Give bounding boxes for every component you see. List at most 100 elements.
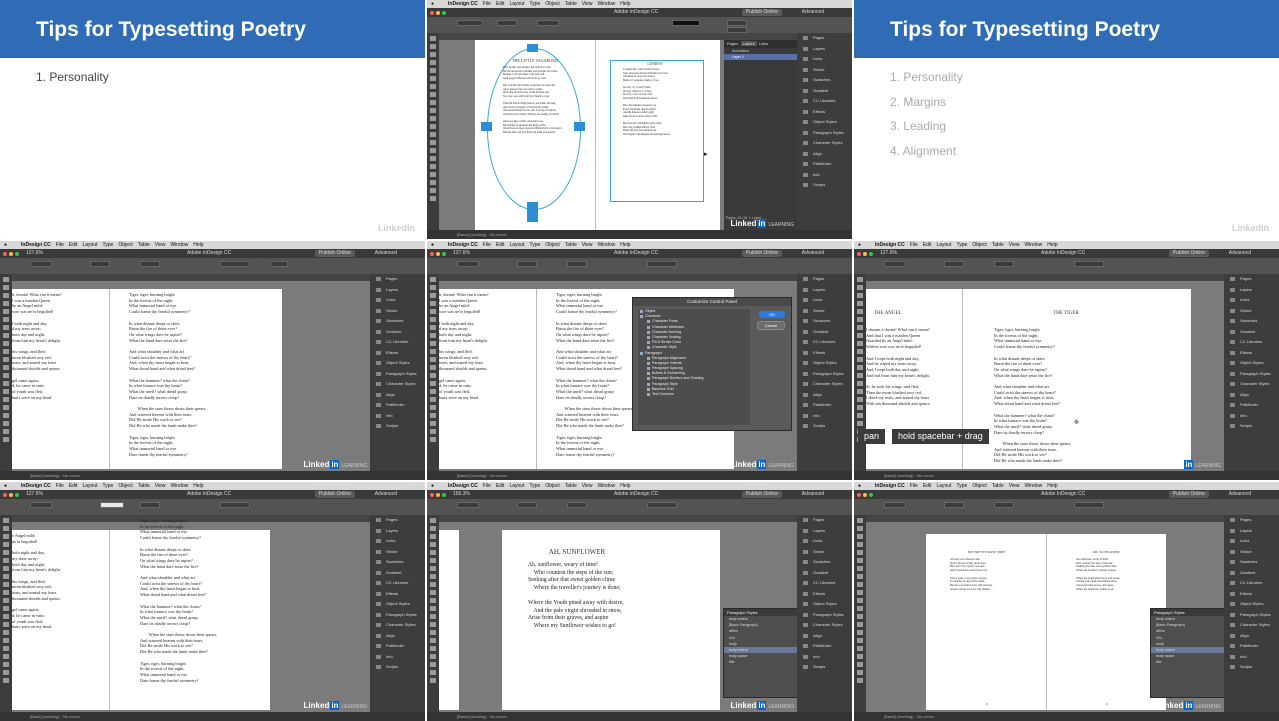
- style-title[interactable]: title: [1151, 659, 1227, 665]
- panel-layers[interactable]: Layers: [1224, 285, 1279, 296]
- panel-object-styles[interactable]: Object Styles: [797, 358, 852, 369]
- menu-view[interactable]: View: [582, 483, 593, 489]
- panel-scripts[interactable]: Scripts: [797, 421, 852, 432]
- panel-stroke[interactable]: Stroke: [1224, 547, 1279, 558]
- dialog-option-list[interactable]: Object Character Character Fonts Charact…: [638, 309, 750, 425]
- menu-layout[interactable]: Layout: [82, 242, 97, 248]
- panel-cc-libraries[interactable]: CC Libraries: [1224, 337, 1279, 348]
- paragraph-styles-panel[interactable]: Paragraph Styles body indent [Basic Para…: [1150, 608, 1228, 698]
- menu-edit[interactable]: Edit: [923, 242, 932, 248]
- panel-gradient[interactable]: Gradient: [1224, 568, 1279, 579]
- panel-swatches[interactable]: Swatches: [797, 75, 852, 86]
- menu-window[interactable]: Window: [597, 1, 615, 7]
- apple-icon[interactable]: ●: [858, 242, 861, 248]
- zoom-level[interactable]: 127.6%: [453, 249, 470, 258]
- apple-icon[interactable]: ●: [431, 242, 434, 248]
- document-canvas[interactable]: e Angel mild: ne'er beguiled! both night…: [12, 518, 370, 712]
- panel-info[interactable]: Info: [370, 652, 425, 663]
- menu-file[interactable]: File: [56, 483, 64, 489]
- tools-panel[interactable]: [854, 515, 866, 712]
- layers-panel[interactable]: Pages Layers Links Annotation Layer 1 Pa…: [724, 40, 797, 230]
- panel-stroke[interactable]: Stroke: [370, 547, 425, 558]
- panel-swatches[interactable]: Swatches: [370, 557, 425, 568]
- menu-type[interactable]: Type: [529, 242, 540, 248]
- apple-icon[interactable]: ●: [431, 483, 434, 489]
- panel-cc-libraries[interactable]: CC Libraries: [797, 337, 852, 348]
- workspace-switcher[interactable]: Advanced: [375, 490, 397, 499]
- panel-scripts[interactable]: Scripts: [1224, 662, 1279, 673]
- panel-gradient[interactable]: Gradient: [797, 86, 852, 97]
- layer-1[interactable]: Layer 1: [724, 54, 797, 60]
- workspace-switcher[interactable]: Advanced: [802, 490, 824, 499]
- menu-window[interactable]: Window: [1024, 483, 1042, 489]
- zoom-level[interactable]: 156.3%: [453, 490, 470, 499]
- zoom-level[interactable]: 127.6%: [880, 249, 897, 258]
- panel-pathfinder[interactable]: Pathfinder: [797, 400, 852, 411]
- menu-layout[interactable]: Layout: [509, 242, 524, 248]
- panel-info[interactable]: Info: [797, 411, 852, 422]
- tab-links[interactable]: Links: [759, 41, 768, 46]
- publish-online-button[interactable]: Publish Online: [741, 491, 782, 498]
- app-name[interactable]: InDesign CC: [21, 242, 51, 248]
- panel-scripts[interactable]: Scripts: [797, 662, 852, 673]
- panel-swatches[interactable]: Swatches: [370, 316, 425, 327]
- menu-window[interactable]: Window: [1024, 242, 1042, 248]
- panel-links[interactable]: Links: [1224, 536, 1279, 547]
- menu-window[interactable]: Window: [597, 242, 615, 248]
- panel-character-styles[interactable]: Character Styles: [1224, 620, 1279, 631]
- menu-layout[interactable]: Layout: [509, 1, 524, 7]
- apple-icon[interactable]: ●: [431, 1, 434, 7]
- panel-pathfinder[interactable]: Pathfinder: [370, 641, 425, 652]
- menu-object[interactable]: Object: [972, 483, 986, 489]
- menu-file[interactable]: File: [483, 242, 491, 248]
- menu-table[interactable]: Table: [565, 242, 577, 248]
- cancel-button[interactable]: Cancel: [757, 321, 785, 330]
- menu-window[interactable]: Window: [170, 483, 188, 489]
- panel-object-styles[interactable]: Object Styles: [370, 599, 425, 610]
- panel-info[interactable]: Info: [797, 652, 852, 663]
- app-name[interactable]: InDesign CC: [448, 483, 478, 489]
- panel-stroke[interactable]: Stroke: [370, 306, 425, 317]
- tools-panel[interactable]: [0, 515, 12, 712]
- panel-swatches[interactable]: Swatches: [797, 557, 852, 568]
- menu-window[interactable]: Window: [170, 242, 188, 248]
- panel-links[interactable]: Links: [797, 295, 852, 306]
- tools-panel[interactable]: [0, 274, 12, 471]
- panel-layers[interactable]: Layers: [797, 526, 852, 537]
- panel-layers[interactable]: Layers: [370, 526, 425, 537]
- menu-view[interactable]: View: [582, 242, 593, 248]
- menu-help[interactable]: Help: [620, 242, 630, 248]
- panel-effects[interactable]: Effects: [370, 348, 425, 359]
- preflight-status[interactable]: No errors: [63, 714, 80, 719]
- preflight-status[interactable]: No errors: [917, 714, 934, 719]
- menu-object[interactable]: Object: [545, 1, 559, 7]
- frame-handle-right[interactable]: [574, 122, 585, 131]
- menu-table[interactable]: Table: [565, 483, 577, 489]
- panel-pages[interactable]: Pages: [797, 274, 852, 285]
- panel-stroke[interactable]: Stroke: [797, 547, 852, 558]
- panel-swatches[interactable]: Swatches: [1224, 316, 1279, 327]
- panel-gradient[interactable]: Gradient: [797, 568, 852, 579]
- panel-gradient[interactable]: Gradient: [1224, 327, 1279, 338]
- panel-gradient[interactable]: Gradient: [370, 568, 425, 579]
- zoom-level[interactable]: 127.6%: [26, 490, 43, 499]
- panel-align[interactable]: Align: [797, 149, 852, 160]
- panel-effects[interactable]: Effects: [370, 589, 425, 600]
- app-name[interactable]: InDesign CC: [21, 483, 51, 489]
- panel-align[interactable]: Align: [370, 390, 425, 401]
- panel-pathfinder[interactable]: Pathfinder: [1224, 400, 1279, 411]
- preflight-status[interactable]: No errors: [490, 714, 507, 719]
- menu-type[interactable]: Type: [529, 483, 540, 489]
- panel-scripts[interactable]: Scripts: [1224, 421, 1279, 432]
- apple-icon[interactable]: ●: [4, 242, 7, 248]
- menu-table[interactable]: Table: [138, 483, 150, 489]
- option-text-columns[interactable]: Text Columns: [638, 392, 750, 397]
- menu-type[interactable]: Type: [102, 483, 113, 489]
- panel-effects[interactable]: Effects: [797, 348, 852, 359]
- app-name[interactable]: InDesign CC: [448, 242, 478, 248]
- menu-layout[interactable]: Layout: [82, 483, 97, 489]
- menu-file[interactable]: File: [56, 242, 64, 248]
- menu-edit[interactable]: Edit: [496, 1, 505, 7]
- publish-online-button[interactable]: Publish Online: [741, 250, 782, 257]
- panel-effects[interactable]: Effects: [1224, 348, 1279, 359]
